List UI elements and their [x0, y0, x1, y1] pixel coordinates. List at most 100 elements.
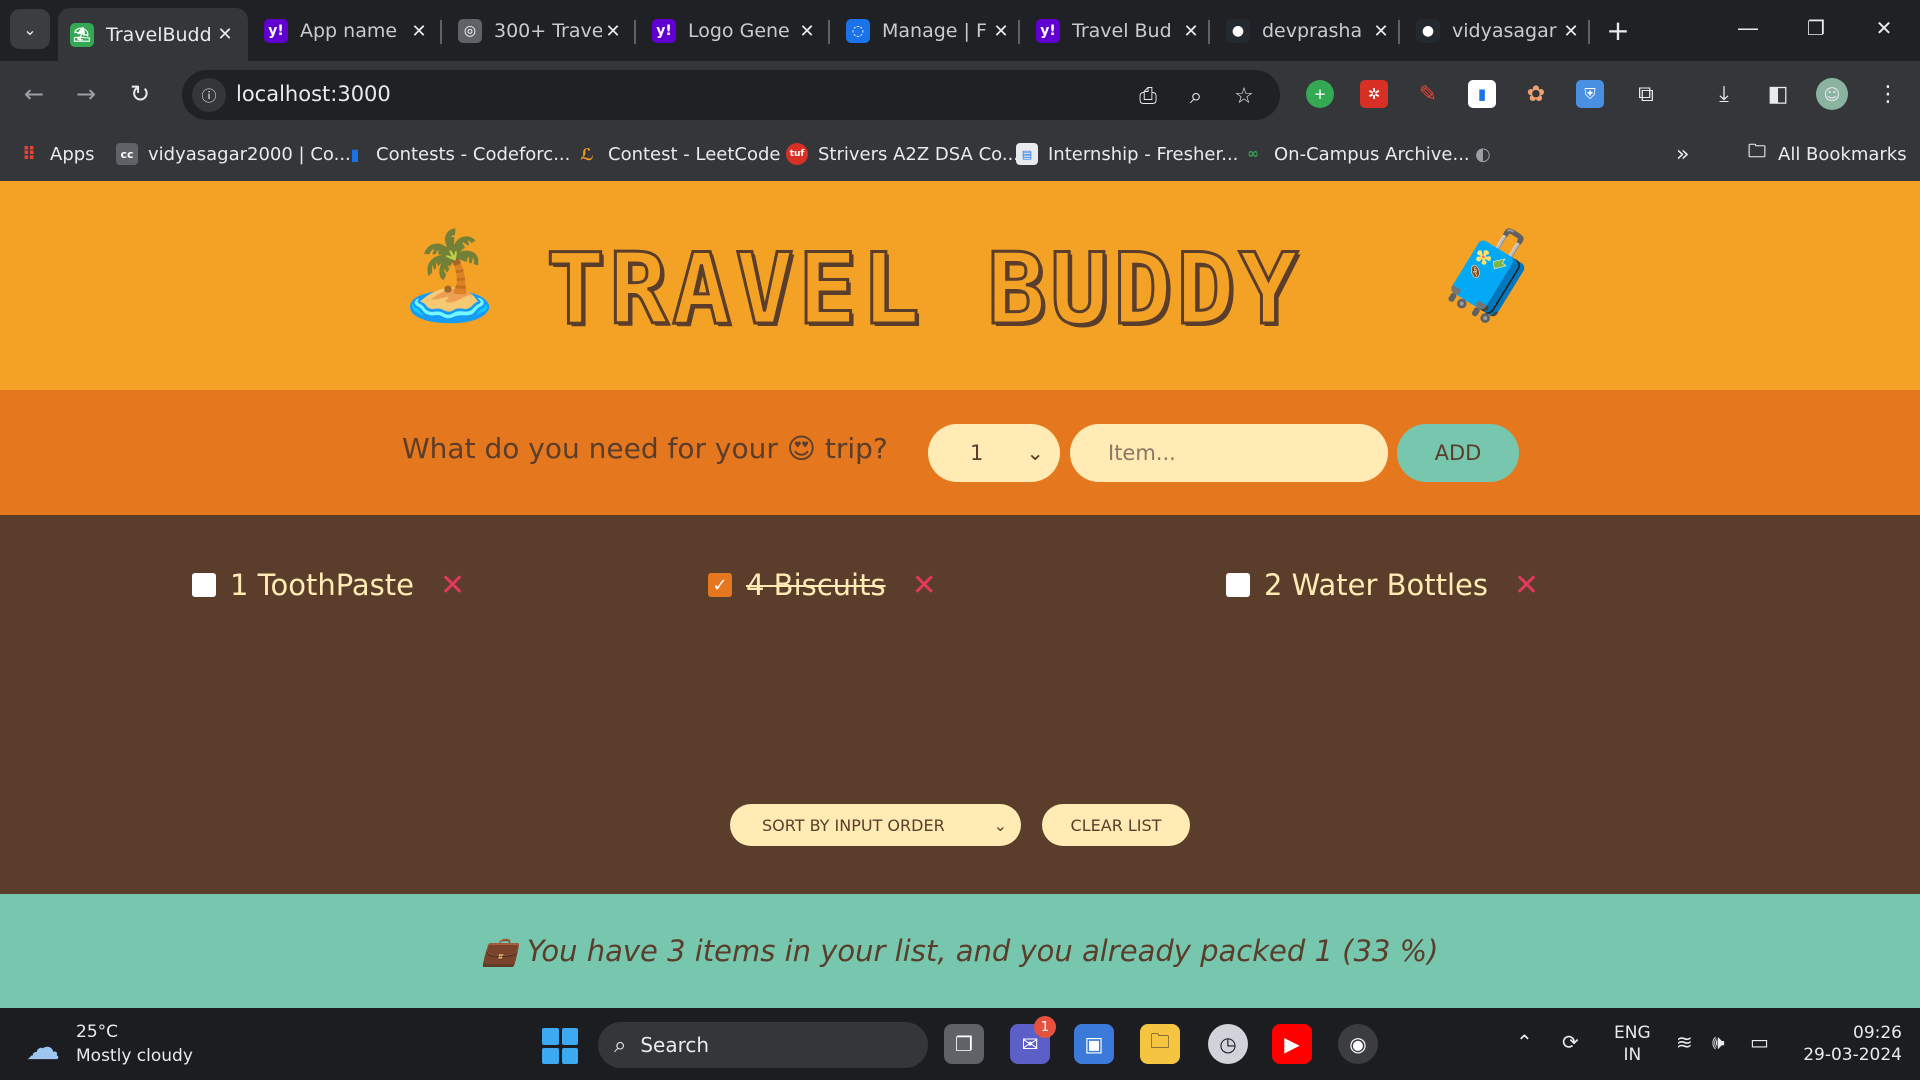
travelbuddy-favicon-icon: ⛱ [70, 22, 94, 47]
tab-travelbuddy[interactable]: ⛱ TravelBudd ✕ [58, 8, 248, 61]
cloud-icon[interactable]: ☁ [26, 1028, 60, 1068]
tab-300-travel[interactable]: ◎ 300+ Trave ✕ [446, 8, 636, 54]
delete-item-icon[interactable]: ✕ [1514, 568, 1539, 603]
tab-app-name[interactable]: y! App name ✕ [252, 8, 442, 54]
packed-checkbox[interactable] [192, 573, 216, 597]
language-indicator[interactable]: ENG IN [1614, 1022, 1651, 1066]
sort-select[interactable]: SORT BY INPUT ORDER ⌄ [730, 804, 1021, 846]
extensions-puzzle-icon[interactable]: ⧉ [1630, 78, 1662, 110]
bookmark-on-campus[interactable]: ∞ On-Campus Archive... [1242, 139, 1470, 169]
close-tab-icon[interactable]: ✕ [1370, 21, 1392, 42]
reload-button[interactable]: ↻ [120, 74, 160, 114]
install-app-icon[interactable]: ⎙ [1134, 82, 1162, 110]
form-question: What do you need for your 😍 trip? [402, 432, 888, 465]
battery-icon[interactable]: ▭ [1750, 1030, 1769, 1054]
wifi-icon[interactable]: ≋ [1676, 1030, 1693, 1054]
downloads-icon[interactable]: ⤓ [1708, 78, 1740, 110]
tab-separator [828, 20, 830, 44]
extension-pen-icon[interactable]: ✎ [1414, 80, 1442, 108]
tab-devprasha[interactable]: ● devprasha ✕ [1214, 8, 1404, 54]
file-explorer-icon[interactable]: 🗀 [1140, 1024, 1180, 1064]
bookmark-star-icon[interactable]: ☆ [1230, 82, 1258, 110]
close-window-button[interactable]: ✕ [1856, 8, 1912, 48]
packing-list: 1 ToothPaste ✕ ✓ 4 Biscuits ✕ 2 Water Bo… [0, 515, 1920, 894]
bookmark-leetcode[interactable]: ℒ Contest - LeetCode [576, 139, 780, 169]
tab-logo-generator[interactable]: y! Logo Gene ✕ [640, 8, 830, 54]
bookmark-apps[interactable]: ⠿ Apps [18, 139, 95, 169]
task-view-icon[interactable]: ❐ [944, 1024, 984, 1064]
start-button[interactable] [542, 1028, 578, 1064]
weather-temp[interactable]: 25°C [76, 1022, 118, 1042]
volume-icon[interactable]: 🕪 [1712, 1030, 1725, 1054]
lang-code: ENG [1614, 1023, 1651, 1043]
clock-app-icon[interactable]: ◷ [1208, 1024, 1248, 1064]
extension-shield-icon[interactable]: ⛨ [1576, 80, 1604, 108]
clear-list-button[interactable]: CLEAR LIST [1042, 804, 1190, 846]
tab-manage[interactable]: ◌ Manage | F ✕ [834, 8, 1024, 54]
zoom-icon[interactable]: ⌕ [1182, 82, 1210, 110]
close-tab-icon[interactable]: ✕ [602, 21, 624, 42]
screen-capture-icon[interactable]: ▣ [1074, 1024, 1114, 1064]
tab-separator [1398, 20, 1400, 44]
sync-icon[interactable]: ⟳ [1562, 1030, 1579, 1054]
youtube-icon[interactable]: ▶ [1272, 1024, 1312, 1064]
list-item: ✓ 4 Biscuits ✕ [708, 565, 937, 605]
item-input[interactable] [1070, 424, 1388, 482]
add-button[interactable]: ADD [1397, 424, 1519, 482]
minimize-button[interactable]: ― [1720, 8, 1776, 48]
bookmark-codechef[interactable]: cc vidyasagar2000 | Co... [116, 139, 351, 169]
extension-plus-icon[interactable]: + [1306, 80, 1334, 108]
tab-strip: ⌄ ⛱ TravelBudd ✕ y! App name ✕ ◎ 300+ Tr… [0, 0, 1920, 61]
clock[interactable]: 09:26 29-03-2024 [1796, 1022, 1902, 1066]
new-tab-button[interactable]: + [1600, 12, 1636, 48]
taskbar-search[interactable]: ⌕ Search [598, 1022, 928, 1068]
archive-icon: ∞ [1247, 146, 1259, 162]
bookmark-strivers[interactable]: tuf Strivers A2Z DSA Co... [786, 139, 1019, 169]
close-tab-icon[interactable]: ✕ [796, 21, 818, 42]
tab-vidyasagar[interactable]: ● vidyasagar ✕ [1404, 8, 1594, 54]
extension-puzzle-red-icon[interactable]: ✲ [1360, 80, 1388, 108]
packed-checkbox[interactable] [1226, 573, 1250, 597]
extension-bars-icon[interactable]: ▮ [1468, 80, 1496, 108]
bookmark-globe[interactable]: ◐ [1472, 139, 1504, 169]
back-button[interactable]: ← [14, 74, 54, 114]
bookmark-internship[interactable]: ▤ Internship - Fresher... [1016, 139, 1238, 169]
bookmark-label: Contests - Codeforc... [376, 143, 571, 165]
site-info-icon[interactable]: ⓘ [192, 78, 226, 112]
close-tab-icon[interactable]: ✕ [1560, 21, 1582, 42]
chevron-down-icon: ⌄ [993, 815, 1007, 835]
more-bookmarks-icon[interactable]: » [1676, 139, 1689, 169]
date-text: 29-03-2024 [1803, 1045, 1902, 1065]
weather-desc[interactable]: Mostly cloudy [76, 1046, 193, 1066]
delete-item-icon[interactable]: ✕ [912, 568, 937, 603]
yahoo-favicon-icon: y! [652, 19, 676, 43]
folder-icon: 🗀 [1748, 141, 1766, 162]
forward-button[interactable]: → [66, 74, 106, 114]
teams-chat-icon[interactable]: ✉ 1 [1010, 1016, 1056, 1064]
extension-cookie-icon[interactable]: ✿ [1522, 80, 1550, 108]
restore-button[interactable]: ❐ [1788, 8, 1844, 48]
bookmark-label: On-Campus Archive... [1274, 143, 1470, 165]
url-text[interactable]: localhost:3000 [236, 82, 391, 106]
close-tab-icon[interactable]: ✕ [408, 21, 430, 42]
suitcase-icon: 🧳 [1436, 226, 1544, 326]
chrome-icon[interactable]: ◉ [1338, 1024, 1378, 1064]
tab-search-button[interactable]: ⌄ [10, 9, 50, 49]
chevron-down-icon: ⌄ [1026, 441, 1044, 465]
all-bookmarks[interactable]: 🗀 All Bookmarks [1746, 139, 1907, 169]
tab-separator [1018, 20, 1020, 44]
packed-checkbox[interactable]: ✓ [708, 573, 732, 597]
tab-travel-buddy[interactable]: y! Travel Bud ✕ [1024, 8, 1214, 54]
close-tab-icon[interactable]: ✕ [990, 21, 1012, 42]
quantity-select[interactable]: 1 ⌄ [928, 424, 1060, 482]
profile-avatar[interactable]: ☺ [1816, 78, 1848, 110]
menu-kebab-icon[interactable]: ⋮ [1872, 78, 1904, 110]
chevron-up-icon[interactable]: ⌃ [1516, 1030, 1533, 1054]
close-tab-icon[interactable]: ✕ [214, 24, 236, 45]
bookmark-codeforces[interactable]: ▮ Contests - Codeforc... [344, 139, 571, 169]
address-bar[interactable]: ⓘ localhost:3000 ⎙ ⌕ ☆ [182, 70, 1280, 120]
apps-grid-icon: ⠿ [21, 143, 37, 165]
side-panel-icon[interactable]: ◧ [1762, 78, 1794, 110]
delete-item-icon[interactable]: ✕ [440, 568, 465, 603]
close-tab-icon[interactable]: ✕ [1180, 21, 1202, 42]
